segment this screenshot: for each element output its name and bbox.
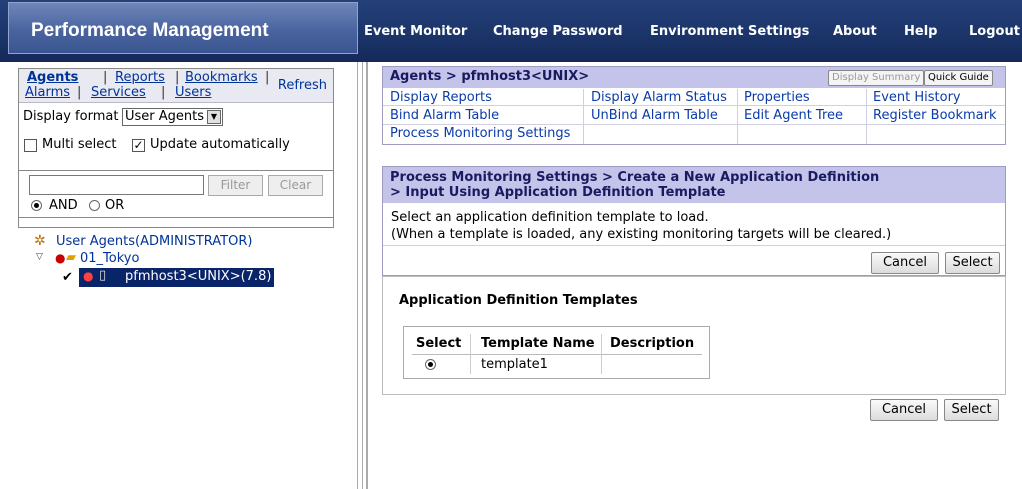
register-bookmark-link[interactable]: Register Bookmark xyxy=(873,108,997,123)
host-icon: ▯ xyxy=(99,268,107,283)
app-logo: Performance Management xyxy=(8,2,358,54)
row-divider xyxy=(383,245,1005,246)
update-auto-checkbox[interactable]: ✓ xyxy=(132,139,145,152)
col-divider xyxy=(601,334,602,374)
process-title-line2: > Input Using Application Definition Tem… xyxy=(390,185,726,200)
tab-separator: | xyxy=(161,85,166,100)
tab-separator: | xyxy=(77,85,82,100)
filter-input[interactable] xyxy=(29,175,204,195)
process-panel-title: Process Monitoring Settings > Create a N… xyxy=(383,167,1005,203)
tab-alarms[interactable]: Alarms xyxy=(25,85,70,100)
and-radio[interactable] xyxy=(31,200,42,211)
col-header-template-name: Template Name xyxy=(481,336,595,351)
folder-icon: ▰ xyxy=(66,250,76,265)
row-divider xyxy=(383,124,1005,125)
display-summary-button[interactable]: Display Summary xyxy=(828,70,925,86)
error-icon: ● xyxy=(83,269,94,283)
cancel-button-bottom[interactable]: Cancel xyxy=(870,399,938,421)
top-banner: Performance Management Event Monitor Cha… xyxy=(0,0,1022,62)
col-header-select: Select xyxy=(416,336,462,351)
process-monitoring-settings-link[interactable]: Process Monitoring Settings xyxy=(390,126,570,141)
update-auto-label: Update automatically xyxy=(150,137,290,152)
tab-bookmarks[interactable]: Bookmarks xyxy=(185,70,258,85)
or-radio[interactable] xyxy=(89,200,100,211)
description-line2: (When a template is loaded, any existing… xyxy=(391,227,892,242)
display-alarm-status-link[interactable]: Display Alarm Status xyxy=(591,90,727,105)
display-format-value: User Agents xyxy=(125,109,205,124)
agents-root-icon: ✲ xyxy=(34,233,46,249)
tree-expand-icon[interactable]: ▽ xyxy=(36,252,43,262)
tree-host-label: pfmhost3<UNIX>(7.8) xyxy=(125,269,272,284)
agent-panel: Agents > pfmhost3<UNIX> Display Summary … xyxy=(382,66,1006,145)
nav-event-monitor[interactable]: Event Monitor xyxy=(364,24,467,39)
select-button-bottom[interactable]: Select xyxy=(944,399,999,421)
bind-alarm-table-link[interactable]: Bind Alarm Table xyxy=(390,108,499,123)
refresh-link[interactable]: Refresh xyxy=(278,78,327,93)
col-divider xyxy=(866,89,867,144)
templates-heading: Application Definition Templates xyxy=(399,293,638,308)
tree-folder-label[interactable]: 01_Tokyo xyxy=(80,251,139,266)
select-button[interactable]: Select xyxy=(945,252,1000,274)
dropdown-arrow-icon: ▼ xyxy=(207,110,221,124)
col-divider xyxy=(583,89,584,144)
tab-services[interactable]: Services xyxy=(91,85,146,100)
unbind-alarm-table-link[interactable]: UnBind Alarm Table xyxy=(591,108,718,123)
template-name-cell: template1 xyxy=(481,357,548,372)
tab-strip: Agents | Reports | Bookmarks | Alarms | … xyxy=(19,69,333,103)
checkmark-icon: ✔ xyxy=(62,270,73,285)
nav-help[interactable]: Help xyxy=(904,24,937,39)
clear-button[interactable]: Clear xyxy=(268,175,323,196)
description-line1: Select an application definition templat… xyxy=(391,210,709,225)
and-label: AND xyxy=(49,198,78,213)
col-header-description: Description xyxy=(610,336,695,351)
selected-host-row[interactable]: ● ▯ pfmhost3<UNIX>(7.8) xyxy=(79,268,274,287)
or-label: OR xyxy=(105,198,125,213)
template-select-radio[interactable] xyxy=(425,359,436,370)
col-divider xyxy=(470,334,471,374)
tab-reports[interactable]: Reports xyxy=(115,70,165,85)
tab-agents[interactable]: Agents xyxy=(27,70,78,85)
tree-root-label[interactable]: User Agents(ADMINISTRATOR) xyxy=(56,234,252,249)
edit-agent-tree-link[interactable]: Edit Agent Tree xyxy=(744,108,843,123)
display-format-select[interactable]: User Agents ▼ xyxy=(122,108,223,126)
process-panel: Process Monitoring Settings > Create a N… xyxy=(382,166,1006,276)
quick-guide-button[interactable]: Quick Guide xyxy=(924,70,993,86)
tab-users[interactable]: Users xyxy=(175,85,211,100)
tab-separator: | xyxy=(103,70,108,85)
process-title-line1: Process Monitoring Settings > Create a N… xyxy=(390,170,880,185)
filter-box: Filter Clear AND OR xyxy=(18,170,334,218)
templates-panel: Application Definition Templates Select … xyxy=(382,276,1006,395)
nav-about[interactable]: About xyxy=(833,24,877,39)
filter-button[interactable]: Filter xyxy=(208,175,263,196)
tab-separator: | xyxy=(175,70,180,85)
display-format-label: Display format xyxy=(23,109,119,124)
display-reports-link[interactable]: Display Reports xyxy=(390,90,492,105)
header-divider xyxy=(412,354,702,355)
properties-link[interactable]: Properties xyxy=(744,90,810,105)
row-divider xyxy=(383,105,1005,106)
multi-select-checkbox[interactable] xyxy=(24,139,37,152)
alert-icon: ● xyxy=(55,251,66,265)
cancel-button[interactable]: Cancel xyxy=(871,252,939,274)
panel-splitter[interactable] xyxy=(357,62,368,489)
nav-change-password[interactable]: Change Password xyxy=(493,24,623,39)
col-divider xyxy=(737,89,738,144)
nav-logout[interactable]: Logout xyxy=(969,24,1020,39)
templates-table: Select Template Name Description templat… xyxy=(403,326,710,379)
nav-environment-settings[interactable]: Environment Settings xyxy=(650,24,809,39)
multi-select-label: Multi select xyxy=(42,137,117,152)
event-history-link[interactable]: Event History xyxy=(873,90,961,105)
tab-separator: | xyxy=(265,70,270,85)
